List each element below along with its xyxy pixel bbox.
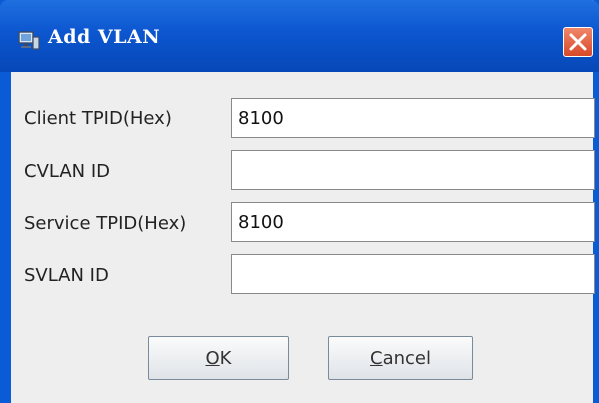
svlan-id-input[interactable] — [231, 254, 595, 294]
client-tpid-input[interactable] — [231, 98, 595, 138]
close-button[interactable] — [563, 27, 593, 57]
cancel-mnemonic: C — [370, 347, 383, 369]
dialog-title: Add VLAN — [48, 26, 161, 48]
cancel-label-rest: ancel — [382, 347, 431, 369]
service-tpid-input[interactable] — [231, 202, 595, 242]
cvlan-id-label: CVLAN ID — [24, 161, 110, 182]
client-tpid-label: Client TPID(Hex) — [24, 108, 172, 129]
ok-mnemonic: O — [205, 347, 220, 369]
monitor-icon — [18, 31, 40, 50]
service-tpid-label: Service TPID(Hex) — [24, 213, 187, 234]
ok-button[interactable]: OK — [148, 336, 289, 380]
title-bar[interactable]: Add VLAN — [0, 0, 599, 72]
add-vlan-dialog: Add VLAN Client TPID(Hex) CVLAN ID Servi… — [0, 0, 599, 403]
cvlan-id-input[interactable] — [231, 150, 595, 190]
close-icon — [569, 33, 587, 51]
ok-label-rest: K — [219, 347, 232, 369]
svlan-id-label: SVLAN ID — [24, 265, 109, 286]
cancel-button[interactable]: Cancel — [328, 336, 473, 380]
